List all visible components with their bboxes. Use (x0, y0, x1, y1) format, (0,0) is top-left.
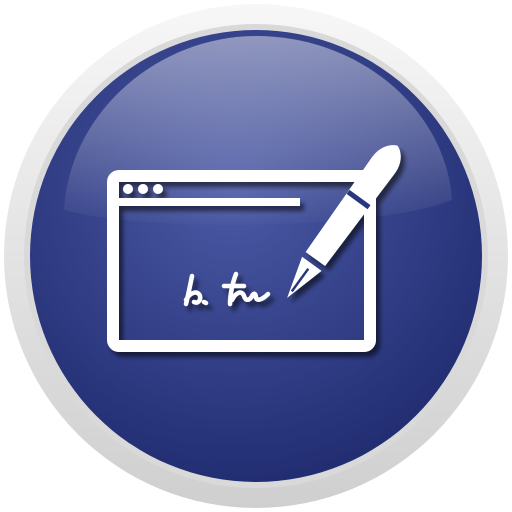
window-dot (138, 184, 148, 194)
app-icon[interactable] (0, 0, 512, 512)
window-dot (153, 184, 163, 194)
e-signature-icon (4, 4, 508, 508)
window-dot (123, 184, 133, 194)
